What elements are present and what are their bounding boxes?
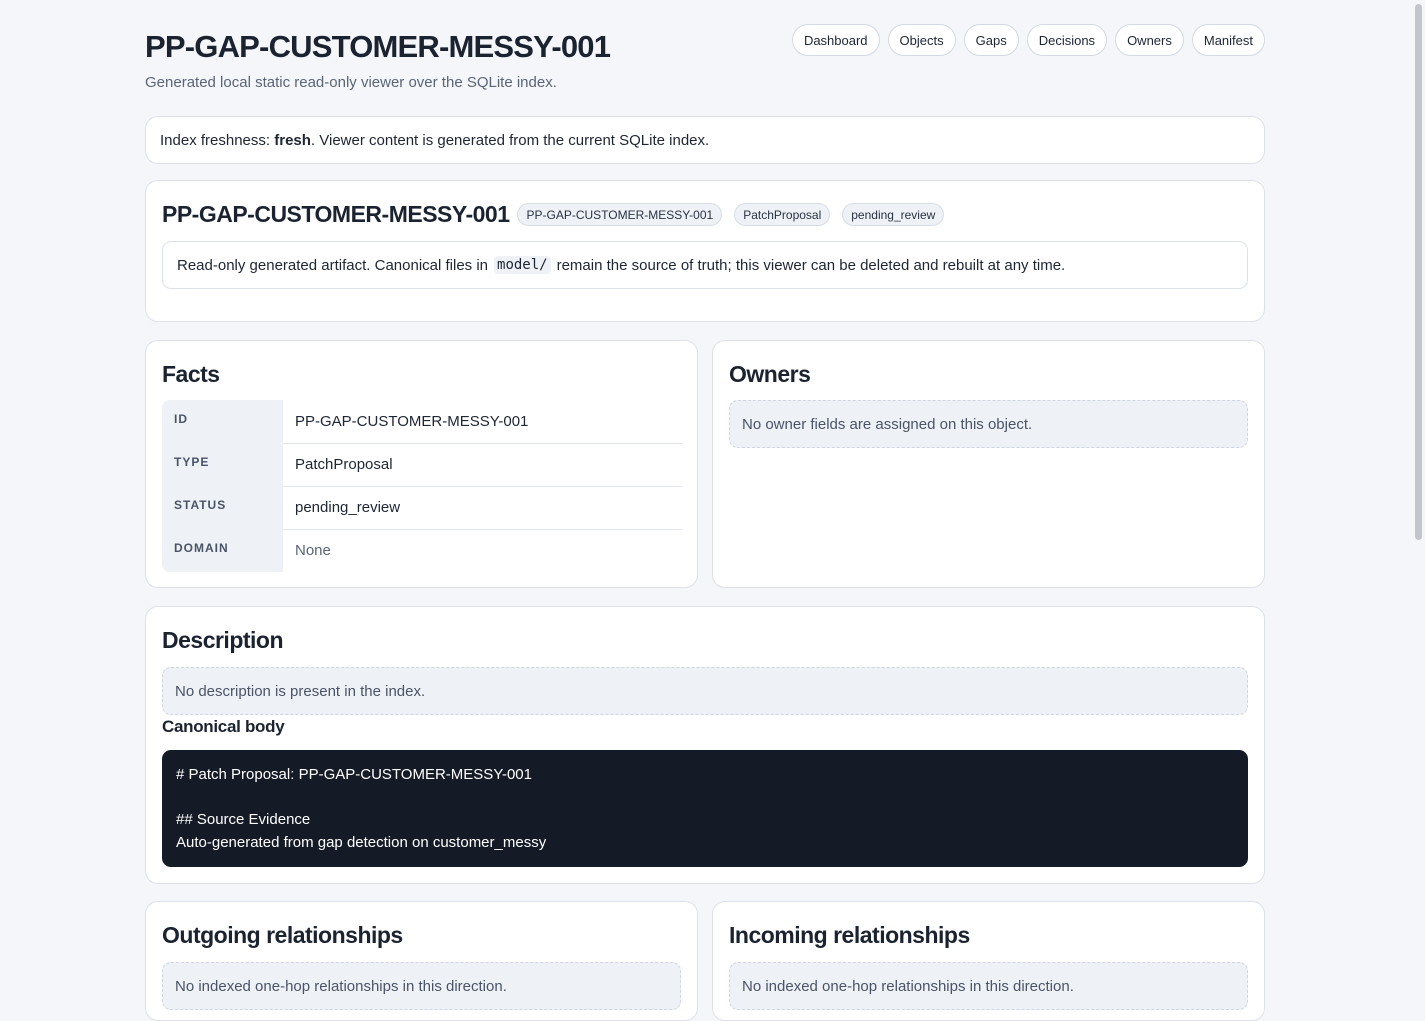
top-nav: Dashboard Objects Gaps Decisions Owners … [791, 24, 1265, 56]
nav-manifest[interactable]: Manifest [1191, 24, 1265, 56]
object-title: PP-GAP-CUSTOMER-MESSY-001 [162, 201, 510, 227]
incoming-title: Incoming relationships [729, 922, 970, 948]
description-card: Description No description is present in… [145, 606, 1265, 884]
fact-key: TYPE [162, 443, 283, 486]
fact-key: ID [162, 400, 283, 443]
incoming-relationships-card: Incoming relationships No indexed one-ho… [712, 901, 1265, 1021]
fact-key: DOMAIN [162, 529, 283, 572]
table-row: TYPE PatchProposal [162, 443, 682, 487]
object-header: PP-GAP-CUSTOMER-MESSY-001 PP-GAP-CUSTOME… [162, 201, 956, 228]
page-title: PP-GAP-CUSTOMER-MESSY-001 [145, 29, 611, 64]
notice-text-before: Read-only generated artifact. Canonical … [177, 256, 489, 274]
facts-table: ID PP-GAP-CUSTOMER-MESSY-001 TYPE PatchP… [162, 400, 682, 572]
fact-value: PatchProposal [283, 443, 682, 487]
nav-gaps[interactable]: Gaps [963, 24, 1019, 56]
page-scrollbar[interactable] [1410, 0, 1425, 990]
table-row: ID PP-GAP-CUSTOMER-MESSY-001 [162, 400, 682, 444]
canonical-body-title: Canonical body [162, 717, 285, 736]
fact-value: None [295, 542, 331, 560]
description-title: Description [162, 627, 284, 653]
nav-objects[interactable]: Objects [887, 24, 956, 56]
code-line: ## Source Evidence [176, 811, 311, 828]
incoming-empty-state: No indexed one-hop relationships in this… [729, 962, 1248, 1010]
read-only-notice: Read-only generated artifact. Canonical … [162, 241, 1248, 289]
code-line: Auto-generated from gap detection on cus… [176, 833, 547, 851]
freshness-state: fresh [274, 131, 311, 149]
code-line: # Patch Proposal: PP-GAP-CUSTOMER-MESSY-… [176, 766, 532, 783]
owners-empty-state: No owner fields are assigned on this obj… [729, 400, 1248, 448]
outgoing-relationships-card: Outgoing relationships No indexed one-ho… [145, 901, 698, 1021]
outgoing-title: Outgoing relationships [162, 922, 403, 948]
nav-decisions[interactable]: Decisions [1026, 24, 1108, 56]
fact-value: pending_review [283, 486, 682, 530]
table-row: STATUS pending_review [162, 486, 682, 530]
fact-value: PP-GAP-CUSTOMER-MESSY-001 [283, 400, 682, 444]
type-badge: PatchProposal [734, 203, 831, 226]
freshness-prefix: Index freshness: [160, 131, 275, 149]
page-subtitle: Generated local static read-only viewer … [145, 74, 557, 91]
owners-card: Owners No owner fields are assigned on t… [712, 340, 1265, 588]
facts-card: Facts ID PP-GAP-CUSTOMER-MESSY-001 TYPE … [145, 340, 698, 588]
outgoing-empty-state: No indexed one-hop relationships in this… [162, 962, 681, 1010]
object-card: PP-GAP-CUSTOMER-MESSY-001 PP-GAP-CUSTOME… [145, 180, 1265, 322]
nav-owners[interactable]: Owners [1115, 24, 1184, 56]
freshness-suffix: . Viewer content is generated from the c… [310, 131, 710, 149]
facts-title: Facts [162, 361, 220, 387]
notice-code: model/ [494, 256, 551, 274]
nav-dashboard[interactable]: Dashboard [791, 24, 880, 56]
id-badge: PP-GAP-CUSTOMER-MESSY-001 [517, 203, 723, 226]
description-empty-state: No description is present in the index. [162, 667, 1248, 715]
owners-title: Owners [729, 361, 811, 387]
notice-text-after: remain the source of truth; this viewer … [556, 256, 1066, 274]
table-row: DOMAIN None [162, 529, 682, 572]
status-badge: pending_review [842, 203, 945, 226]
fact-key: STATUS [162, 486, 283, 529]
scrollbar-thumb[interactable] [1415, 4, 1422, 540]
freshness-banner: Index freshness: fresh . Viewer content … [145, 116, 1265, 164]
canonical-body-code: # Patch Proposal: PP-GAP-CUSTOMER-MESSY-… [162, 750, 1248, 867]
